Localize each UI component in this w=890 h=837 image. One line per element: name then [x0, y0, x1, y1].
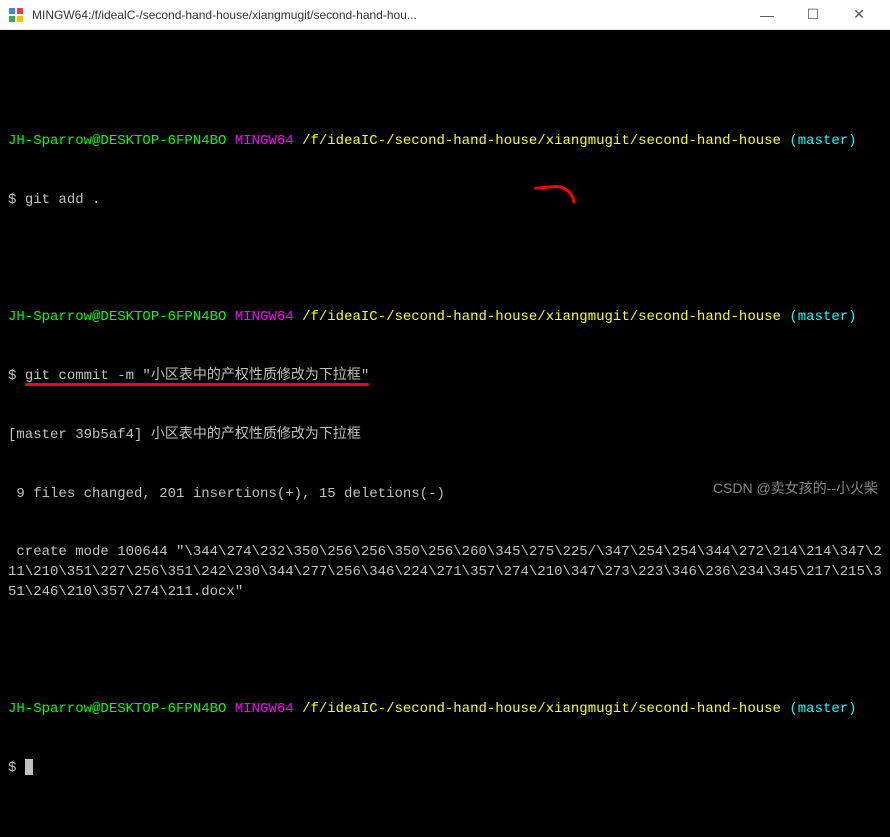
env-label: MINGW64	[235, 133, 294, 149]
titlebar: MINGW64:/f/idealC-/second-hand-house/xia…	[0, 0, 890, 30]
window-controls: — ☐ ✕	[744, 0, 882, 30]
command-line-1: $ git add .	[8, 191, 882, 211]
user-host: JH-Sparrow@DESKTOP-6FPN4BO	[8, 309, 226, 325]
path-label: /f/ideaIC-/second-hand-house/xiangmugit/…	[302, 133, 781, 149]
minimize-button[interactable]: —	[744, 0, 790, 30]
user-host: JH-Sparrow@DESKTOP-6FPN4BO	[8, 133, 226, 149]
prompt-symbol: $	[8, 368, 16, 384]
prompt-symbol: $	[8, 760, 16, 776]
branch-label: (master)	[789, 309, 856, 325]
watermark: CSDN @卖女孩的--小火柴	[713, 479, 878, 499]
cursor	[25, 759, 33, 775]
branch-label: (master)	[789, 701, 856, 717]
command-text: git add .	[25, 192, 101, 208]
maximize-button[interactable]: ☐	[790, 0, 836, 30]
prompt-line-3: JH-Sparrow@DESKTOP-6FPN4BO MINGW64 /f/id…	[8, 700, 882, 720]
command-text-highlighted: git commit -m "小区表中的产权性质修改为下拉框"	[25, 368, 369, 384]
env-label: MINGW64	[235, 701, 294, 717]
branch-label: (master)	[789, 133, 856, 149]
window-title: MINGW64:/f/idealC-/second-hand-house/xia…	[32, 8, 744, 22]
app-icon	[8, 7, 24, 23]
command-line-3: $	[8, 759, 882, 779]
path-label: /f/ideaIC-/second-hand-house/xiangmugit/…	[302, 309, 781, 325]
terminal[interactable]: JH-Sparrow@DESKTOP-6FPN4BO MINGW64 /f/id…	[0, 30, 890, 507]
prompt-line-2: JH-Sparrow@DESKTOP-6FPN4BO MINGW64 /f/id…	[8, 308, 882, 328]
env-label: MINGW64	[235, 309, 294, 325]
command-line-2: $ git commit -m "小区表中的产权性质修改为下拉框"	[8, 367, 882, 387]
path-label: /f/ideaIC-/second-hand-house/xiangmugit/…	[302, 701, 781, 717]
close-button[interactable]: ✕	[836, 0, 882, 30]
output-line-1: [master 39b5af4] 小区表中的产权性质修改为下拉框	[8, 426, 882, 446]
prompt-symbol: $	[8, 192, 16, 208]
annotation-curve	[534, 183, 576, 206]
prompt-line-1: JH-Sparrow@DESKTOP-6FPN4BO MINGW64 /f/id…	[8, 132, 882, 152]
output-line-3: create mode 100644 "\344\274\232\350\256…	[8, 543, 882, 602]
user-host: JH-Sparrow@DESKTOP-6FPN4BO	[8, 701, 226, 717]
